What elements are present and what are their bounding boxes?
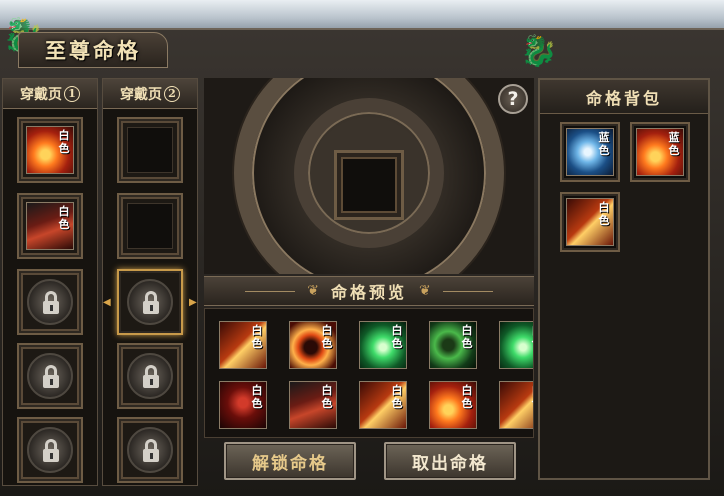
gem-quality-label: 白色 bbox=[321, 324, 333, 350]
locked-slot[interactable] bbox=[17, 343, 83, 409]
gem-icon[interactable]: 白色 bbox=[429, 381, 477, 429]
preview-title: 命格预览 bbox=[330, 283, 407, 302]
gem-quality-label: 白色 bbox=[391, 384, 403, 410]
gem-icon[interactable]: 白色 bbox=[289, 321, 337, 369]
gem-quality-label: 白色 bbox=[461, 384, 473, 410]
gem-icon[interactable]: 白色 bbox=[26, 202, 74, 250]
gem-quality-label: 白色 bbox=[598, 201, 610, 227]
locked-slot[interactable] bbox=[17, 417, 83, 483]
gem-icon[interactable]: 白色 bbox=[289, 381, 337, 429]
remove-gem-button[interactable]: 取出命格 bbox=[384, 442, 516, 480]
tab-label: 穿戴页 bbox=[20, 86, 62, 103]
gem-icon[interactable]: 白色 bbox=[219, 321, 267, 369]
lock-icon bbox=[27, 353, 73, 399]
gem-icon[interactable]: 白色 bbox=[359, 381, 407, 429]
gem-quality-label: 蓝色 bbox=[598, 131, 610, 157]
tab-number: 1 bbox=[64, 85, 80, 102]
tab-equip-page-1[interactable]: 穿戴页 1 bbox=[3, 79, 97, 109]
dragon-right-ornament: 🐉 bbox=[520, 34, 558, 69]
gem-quality-label: 白色 bbox=[530, 384, 534, 410]
gem-quality-label: 白色 bbox=[251, 384, 263, 410]
preview-header: ❦ 命格预览 ❦ bbox=[204, 276, 534, 306]
gem-slot[interactable] bbox=[117, 193, 183, 259]
gem-quality-label: 蓝色 bbox=[668, 131, 680, 157]
preview-grid: 白色白色白色白色白色白色白色白色白色白色 bbox=[204, 308, 534, 438]
gem-artwork bbox=[500, 382, 533, 428]
tab-equip-page-2[interactable]: 穿戴页 2 bbox=[103, 79, 197, 109]
bag-slot[interactable]: 蓝色 bbox=[630, 122, 690, 182]
locked-slot[interactable] bbox=[17, 269, 83, 335]
gem-slot[interactable]: 白色 bbox=[17, 193, 83, 259]
lock-icon bbox=[127, 279, 173, 325]
tab-label: 穿戴页 bbox=[120, 86, 162, 103]
ornament-icon: ❦ bbox=[307, 283, 319, 299]
gem-artwork bbox=[500, 322, 533, 368]
gem-bag: 命格背包 蓝色 蓝色白色 bbox=[538, 78, 710, 480]
lock-icon bbox=[127, 427, 173, 473]
slot-inner bbox=[127, 203, 173, 249]
gem-icon[interactable]: 蓝色 bbox=[566, 128, 614, 176]
equip-page-1: 穿戴页 1 白色 白色 bbox=[2, 78, 98, 486]
divider bbox=[245, 290, 296, 292]
gem-quality-label: 白色 bbox=[251, 324, 263, 350]
selected-left-arrow-icon: ◀ bbox=[103, 297, 111, 308]
locked-slot[interactable] bbox=[117, 269, 183, 335]
gem-quality-label: 白色 bbox=[58, 129, 70, 155]
gem-quality-label: 白色 bbox=[461, 324, 473, 350]
center-gem-slot[interactable] bbox=[334, 150, 404, 220]
gem-icon[interactable]: 白色 bbox=[359, 321, 407, 369]
lock-icon bbox=[27, 427, 73, 473]
unlock-gem-button[interactable]: 解锁命格 bbox=[224, 442, 356, 480]
window-title-tab: 至尊命格 bbox=[18, 32, 168, 68]
help-button[interactable]: ? bbox=[498, 84, 528, 114]
locked-slot[interactable] bbox=[117, 343, 183, 409]
gem-icon[interactable]: 白色 bbox=[499, 321, 534, 369]
gem-icon[interactable]: 白色 bbox=[499, 381, 534, 429]
gem-slot[interactable]: 白色 bbox=[17, 117, 83, 183]
gem-icon[interactable]: 白色 bbox=[219, 381, 267, 429]
bag-slot[interactable]: 蓝色 bbox=[560, 122, 620, 182]
selected-right-arrow-icon: ▶ bbox=[189, 297, 197, 308]
gem-quality-label: 白色 bbox=[391, 324, 403, 350]
divider bbox=[442, 290, 493, 292]
destiny-wheel-area: ? ❦ 命格预览 ❦ 白色白色白色白色白色白色白色白色白色白色 解锁命格 取出命… bbox=[204, 78, 534, 486]
ornament-icon: ❦ bbox=[419, 283, 431, 299]
gem-slot[interactable] bbox=[117, 117, 183, 183]
gem-icon[interactable]: 白色 bbox=[26, 126, 74, 174]
gem-icon[interactable]: 蓝色 bbox=[636, 128, 684, 176]
gem-icon[interactable]: 白色 bbox=[429, 321, 477, 369]
lock-icon bbox=[127, 353, 173, 399]
bag-slot[interactable]: 白色 bbox=[560, 192, 620, 252]
gem-quality-label: 白色 bbox=[58, 205, 70, 231]
gem-icon[interactable]: 白色 bbox=[566, 198, 614, 246]
window-title: 至尊命格 bbox=[45, 38, 141, 63]
gem-quality-label: 白色 bbox=[530, 324, 534, 350]
slot-inner bbox=[127, 127, 173, 173]
tab-number: 2 bbox=[164, 85, 180, 102]
gem-quality-label: 白色 bbox=[321, 384, 333, 410]
locked-slot[interactable] bbox=[117, 417, 183, 483]
bag-title: 命格背包 bbox=[540, 80, 708, 114]
top-decor-strip bbox=[0, 0, 724, 30]
equip-page-2: 穿戴页 2 ◀ ▶ bbox=[102, 78, 198, 486]
lock-icon bbox=[27, 279, 73, 325]
destiny-wheel bbox=[204, 78, 534, 274]
